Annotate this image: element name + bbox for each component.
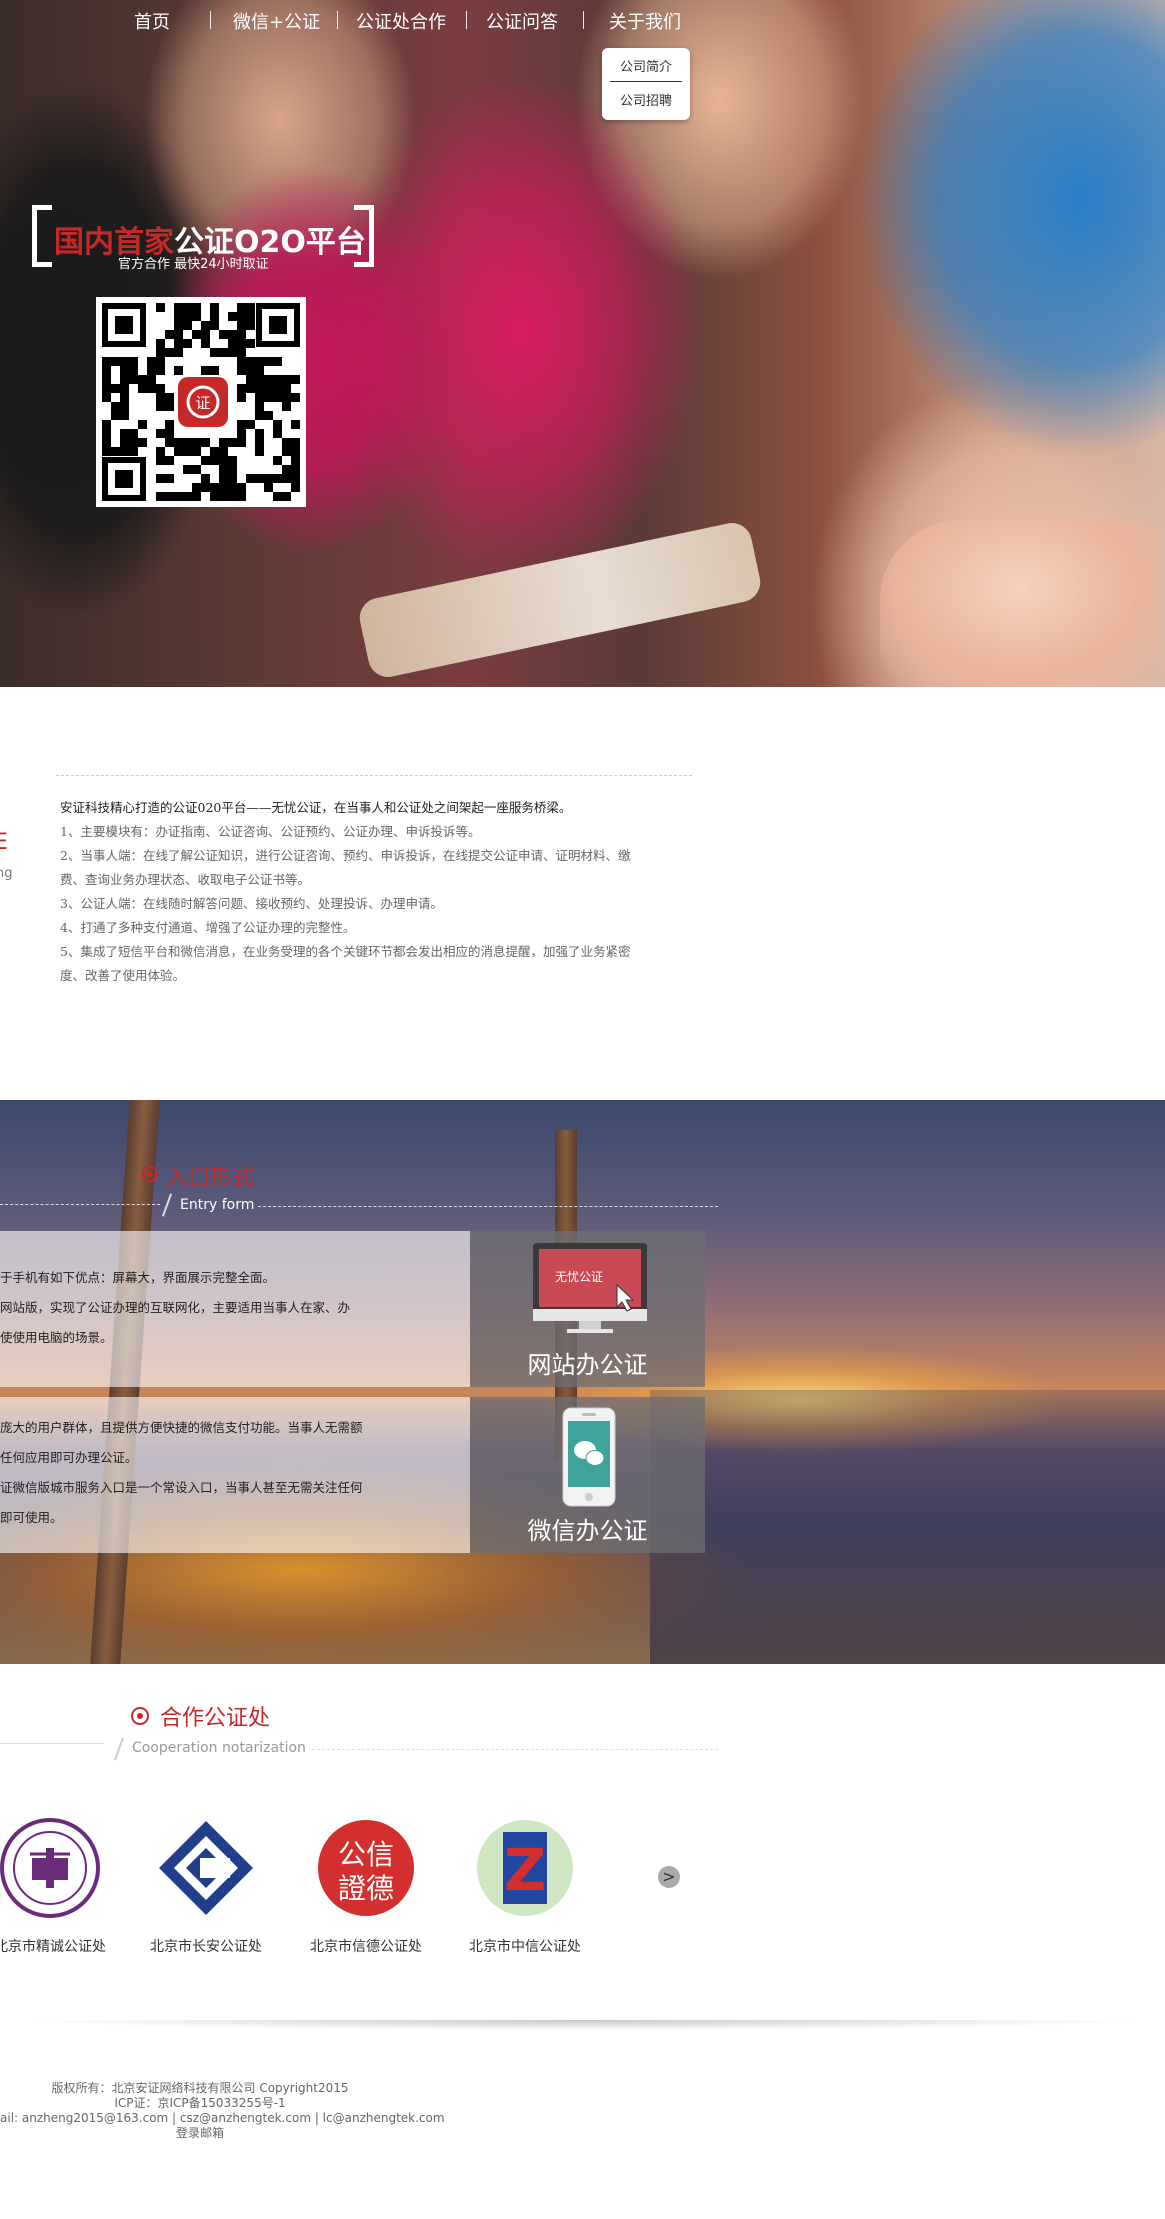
river-backdrop — [650, 1390, 1165, 1664]
intro-point: 费、查询业务办理状态、收取电子公证书等。 — [60, 872, 311, 887]
entry-form-section: 入口形式 Entry form 于手机有如下优点：屏幕大，界面展示完整全面。 网… — [0, 1100, 1165, 1664]
coop-section-subtitle: Cooperation notarization — [132, 1740, 306, 1756]
partner-xinde[interactable]: 公信 證德 北京市信德公证处 — [301, 1818, 431, 1956]
hero-phone-graphic — [356, 519, 764, 681]
coop-divider-right — [312, 1749, 718, 1750]
card-text-line: 即可使用。 — [0, 1510, 63, 1525]
intro-point: 5、集成了短信平台和微信消息，在业务受理的各个关键环节都会发出相应的消息提醒，加… — [60, 944, 631, 959]
hero-banner: 首页 微信+公证 公证处合作 公证问答 关于我们 公司简介 公司招聘 国内首家公… — [0, 0, 1165, 687]
intro-lead: 安证科技精心打造的公证020平台——无忧公证，在当事人和公证处之间架起一座服务桥… — [60, 800, 572, 815]
promo-subtitle: 官方合作 最快24小时取证 — [118, 257, 269, 272]
hero-hands-graphic — [880, 520, 1160, 687]
footer-icp: ICP证：京ICP备15033255号-1 — [114, 2096, 286, 2110]
partner-name: 北京市精诚公证处 — [0, 1939, 106, 1955]
intro-divider — [56, 775, 692, 776]
intro-point: 2、当事人端：在线了解公证知识，进行公证咨询、预约、申诉投诉，在线提交公证申请、… — [60, 848, 631, 863]
coop-divider-left — [0, 1743, 104, 1744]
intro-side-title-fragment: E — [0, 830, 8, 855]
intro-point: 度、改善了使用体验。 — [60, 968, 186, 983]
wechat-notary-label: 微信办公证 — [527, 1517, 648, 1545]
entry-section-subtitle: Entry form — [180, 1197, 255, 1213]
monitor-icon: 无忧公证 — [533, 1243, 647, 1333]
wechat-entry-card: 庞大的用户群体，且提供方便快捷的微信支付功能。当事人无需额 任何应用即可办理公证… — [0, 1397, 705, 1553]
nav-separator — [210, 11, 211, 29]
xinde-logo-icon: 公信 證德 — [318, 1820, 414, 1916]
entry-divider-right — [258, 1206, 718, 1207]
entry-divider-left — [0, 1204, 160, 1205]
intro-point: 4、打通了多种支付通道、增强了公证办理的完整性。 — [60, 920, 356, 935]
nav-item-cooperation[interactable]: 公证处合作 — [356, 8, 446, 34]
svg-text:证: 证 — [195, 394, 210, 412]
partner-name: 北京市中信公证处 — [469, 1939, 581, 1955]
promo-banner: 国内首家公证O2O平台 官方合作 最快24小时取证 — [32, 205, 374, 272]
carousel-next-button[interactable]: > — [658, 1866, 680, 1888]
partner-changan[interactable]: 北京市长安公证处 — [141, 1818, 271, 1956]
about-dropdown: 公司简介 公司招聘 — [602, 48, 690, 120]
card-text-line: 证微信版城市服务入口是一个常设入口，当事人甚至无需关注任何 — [0, 1480, 363, 1495]
website-notary-label: 网站办公证 — [527, 1351, 648, 1379]
nav-item-about[interactable]: 关于我们 — [609, 8, 681, 34]
monitor-screen-text: 无忧公证 — [555, 1270, 603, 1284]
entry-slash-decoration — [161, 1193, 173, 1217]
coop-slash-decoration — [113, 1737, 125, 1761]
partner-name: 北京市长安公证处 — [150, 1939, 262, 1955]
wechat-notary-button[interactable]: 微信办公证 — [470, 1397, 705, 1553]
partner-name: 北京市信德公证处 — [310, 1939, 422, 1955]
section-bullet-icon — [142, 1166, 158, 1182]
nav-separator — [337, 11, 338, 29]
card-text-line: 庞大的用户群体，且提供方便快捷的微信支付功能。当事人无需额 — [0, 1420, 363, 1435]
footer-login-mail-link[interactable]: 登录邮箱 — [0, 2126, 400, 2141]
zhongxin-logo-icon: Z — [477, 1820, 573, 1916]
dropdown-divider — [610, 81, 682, 82]
partner-zhongxin[interactable]: Z 北京市中信公证处 — [460, 1818, 590, 1956]
section-bullet-icon — [131, 1707, 149, 1725]
zhongxin-logo-letter: Z — [504, 1836, 546, 1904]
nav-item-wechat[interactable]: 微信+公证 — [233, 8, 320, 34]
website-entry-card: 于手机有如下优点：屏幕大，界面展示完整全面。 网站版，实现了公证办理的互联网化，… — [0, 1231, 705, 1387]
promo-bracket-left — [32, 205, 52, 267]
website-notary-button[interactable]: 无忧公证 网站办公证 — [470, 1231, 705, 1387]
nav-item-home[interactable]: 首页 — [134, 8, 170, 34]
xinde-logo-text-top: 公信 — [338, 1838, 394, 1871]
intro-side-subtitle-fragment: ng — [0, 866, 13, 881]
intro-text-block: 安证科技精心打造的公证020平台——无忧公证，在当事人和公证处之间架起一座服务桥… — [60, 796, 700, 988]
dropdown-item-intro[interactable]: 公司简介 — [602, 56, 690, 75]
entry-section-title: 入口形式 — [166, 1166, 255, 1191]
intro-point: 3、公证人端：在线随时解答问题、接收预约、处理投诉、办理申请。 — [60, 896, 443, 911]
jingcheng-seal-icon — [0, 1818, 100, 1918]
top-nav: 首页 微信+公证 公证处合作 公证问答 关于我们 — [0, 0, 1165, 42]
card-text-line: 于手机有如下优点：屏幕大，界面展示完整全面。 — [0, 1270, 276, 1285]
changan-logo-icon — [159, 1821, 253, 1915]
footer-shadow-divider — [0, 2020, 1165, 2036]
dropdown-item-jobs[interactable]: 公司招聘 — [602, 90, 690, 109]
website-entry-description: 于手机有如下优点：屏幕大，界面展示完整全面。 网站版，实现了公证办理的互联网化，… — [0, 1231, 470, 1387]
nav-separator — [583, 11, 584, 29]
nav-separator — [466, 11, 467, 29]
card-text-line: 网站版，实现了公证办理的互联网化，主要适用当事人在家、办 — [0, 1300, 351, 1315]
wechat-entry-description: 庞大的用户群体，且提供方便快捷的微信支付功能。当事人无需额 任何应用即可办理公证… — [0, 1397, 470, 1553]
coop-section-title: 合作公证处 — [160, 1706, 271, 1731]
nav-item-qa[interactable]: 公证问答 — [486, 8, 558, 34]
partner-jingcheng[interactable]: 北京市精诚公证处 — [0, 1818, 115, 1956]
qr-code-icon: 证 — [96, 297, 306, 507]
intro-point: 1、主要模块有：办证指南、公证咨询、公证预约、公证办理、申诉投诉等。 — [60, 824, 481, 839]
wechat-phone-icon — [562, 1407, 616, 1507]
footer-copyright: 版权所有：北京安证网络科技有限公司 Copyright2015 — [51, 2081, 349, 2095]
footer-emails: ail: anzheng2015@163.com | csz@anzhengte… — [0, 2111, 445, 2125]
xinde-logo-text-bottom: 證德 — [338, 1872, 394, 1905]
footer: 版权所有：北京安证网络科技有限公司 Copyright2015 ICP证：京IC… — [0, 2081, 445, 2141]
card-text-line: 任何应用即可办理公证。 — [0, 1450, 138, 1465]
card-text-line: 使使用电脑的场景。 — [0, 1330, 113, 1345]
